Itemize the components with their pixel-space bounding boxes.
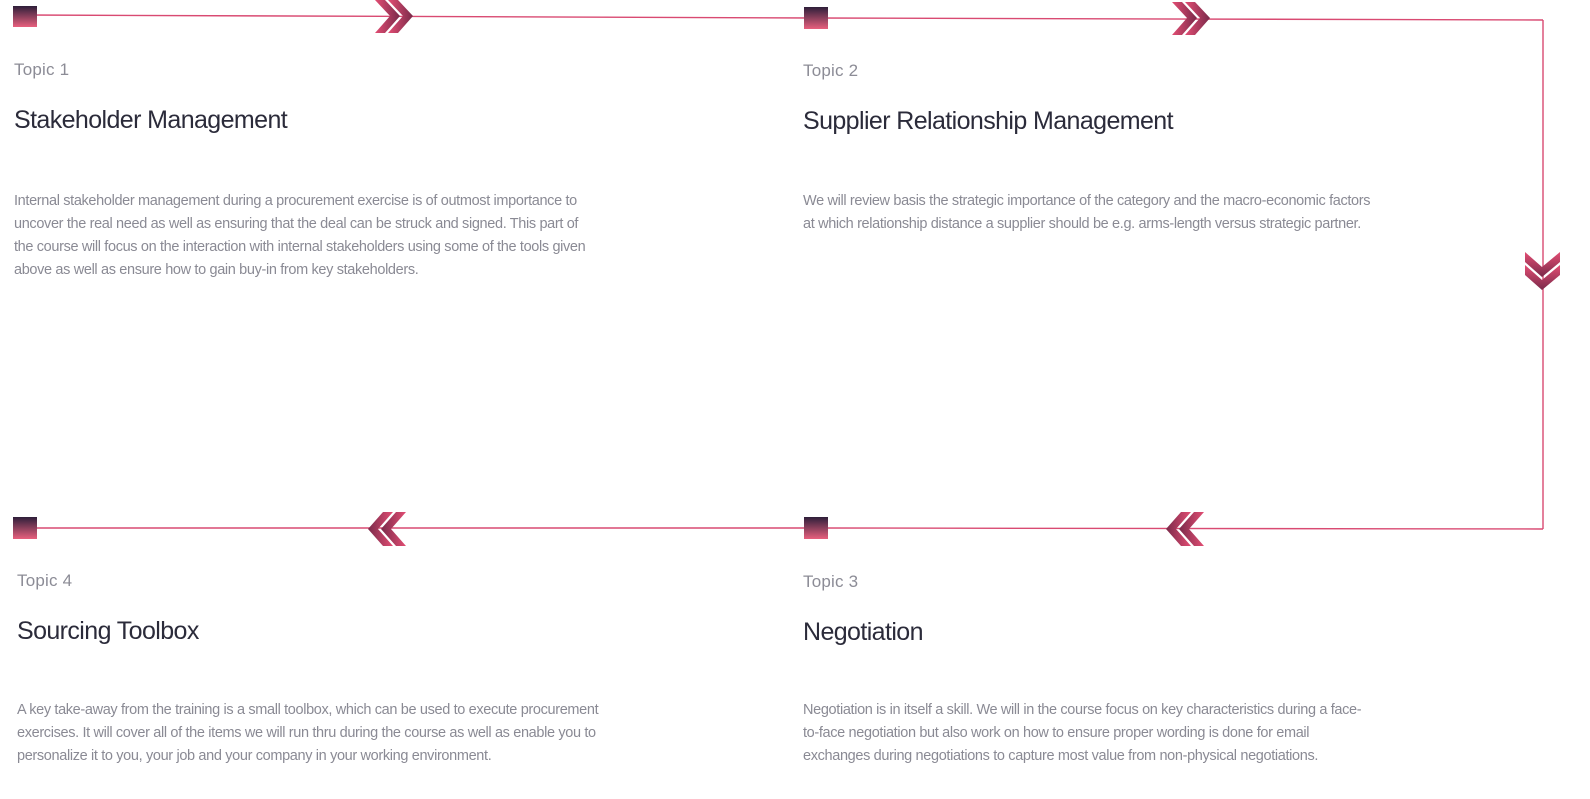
connector-line-bottom xyxy=(25,527,1544,530)
connector-line-top xyxy=(24,14,1544,21)
topic-label: Topic 2 xyxy=(803,61,859,80)
topic-description: Internal stakeholder management during a… xyxy=(14,193,586,278)
square-marker-icon xyxy=(13,6,37,27)
square-marker-icon xyxy=(804,7,828,29)
topic-card-3: Topic 3 Negotiation Negotiation is in it… xyxy=(803,572,1362,764)
topic-description: A key take-away from the training is a s… xyxy=(17,702,599,764)
topic-card-4: Topic 4 Sourcing Toolbox A key take-away… xyxy=(17,571,599,764)
double-chevron-left-icon xyxy=(368,512,406,546)
topic-title: Negotiation xyxy=(803,618,923,646)
topic-title: Stakeholder Management xyxy=(14,106,288,134)
topic-title: Supplier Relationship Management xyxy=(803,107,1174,135)
topic-title: Sourcing Toolbox xyxy=(17,617,199,645)
topic-label: Topic 4 xyxy=(17,571,73,590)
topic-description: We will review basis the strategic impor… xyxy=(803,193,1371,232)
topic-description: Negotiation is in itself a skill. We wil… xyxy=(803,702,1362,764)
square-marker-icon xyxy=(13,517,37,539)
topic-label: Topic 1 xyxy=(14,60,70,79)
square-marker-icon xyxy=(804,517,828,539)
topic-card-1: Topic 1 Stakeholder Management Internal … xyxy=(14,60,586,278)
topic-label: Topic 3 xyxy=(803,572,859,591)
topic-card-2: Topic 2 Supplier Relationship Management… xyxy=(803,61,1370,232)
